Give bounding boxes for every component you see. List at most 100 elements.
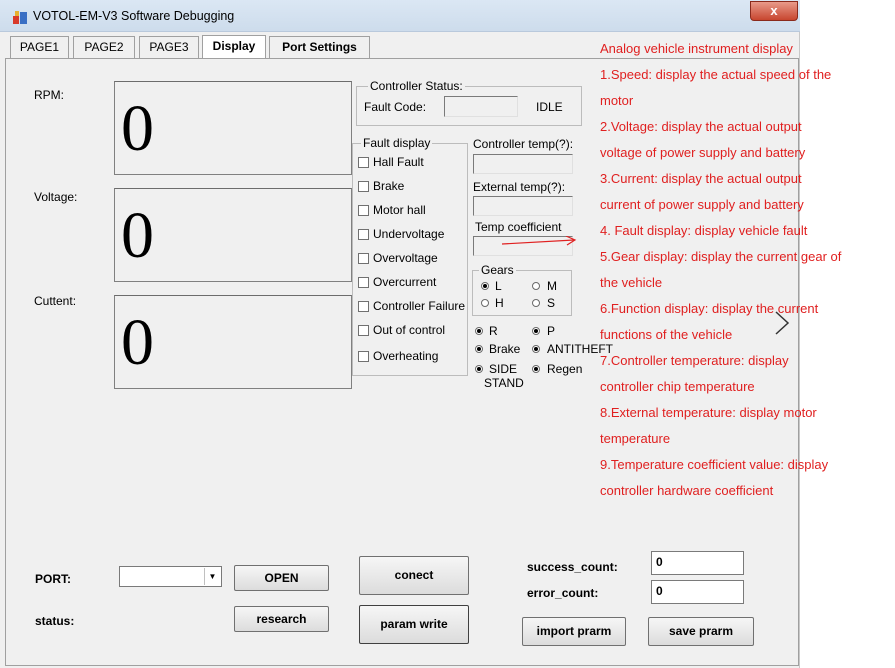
undervoltage-label: Undervoltage: [373, 227, 445, 241]
controller-state: IDLE: [536, 100, 563, 114]
overcurrent-checkbox[interactable]: [358, 277, 369, 288]
hall-fault-label: Hall Fault: [373, 155, 424, 169]
save-param-button[interactable]: save prarm: [648, 617, 754, 646]
controller-failure-label: Controller Failure: [373, 299, 466, 313]
overcurrent-label: Overcurrent: [373, 275, 437, 289]
voltage-value: 0: [121, 199, 154, 272]
tab-page2[interactable]: PAGE2: [73, 36, 135, 58]
annotation-line: 9.Temperature coefficient value: display: [600, 457, 829, 472]
function-side-stand-radio[interactable]: [475, 365, 483, 373]
hall-fault-checkbox[interactable]: [358, 157, 369, 168]
annotation-line: voltage of power supply and battery: [600, 145, 806, 160]
tab-page3[interactable]: PAGE3: [139, 36, 199, 58]
annotation-line: controller hardware coefficient: [600, 483, 774, 498]
fault-code-field: [444, 96, 518, 117]
annotation-line: controller chip temperature: [600, 379, 755, 394]
motor-hall-label: Motor hall: [373, 203, 426, 217]
rpm-value: 0: [121, 92, 154, 165]
motor-hall-checkbox[interactable]: [358, 205, 369, 216]
app-icon: [13, 11, 27, 24]
chevron-right-icon: [775, 311, 790, 335]
function-side-stand-label-line2: STAND: [484, 376, 524, 390]
external-temp-label: External temp(?):: [473, 180, 566, 194]
function-regen-label: Regen: [547, 362, 583, 376]
error-count-label: error_count:: [527, 586, 599, 600]
annotation-line: 5.Gear display: display the current gear…: [600, 249, 842, 264]
dropdown-arrow-icon[interactable]: ▼: [204, 568, 220, 585]
current-value: 0: [121, 306, 154, 379]
tab-page1[interactable]: PAGE1: [10, 36, 69, 58]
out-of-control-checkbox[interactable]: [358, 325, 369, 336]
annotation-line: 4. Fault display: display vehicle fault: [600, 223, 808, 238]
port-label: PORT:: [35, 572, 71, 586]
annotation-line: current of power supply and battery: [600, 197, 804, 212]
annotation-line: 3.Current: display the actual output: [600, 171, 802, 186]
annotation-line: 8.External temperature: display motor: [600, 405, 817, 420]
function-side-stand-label-line1: SIDE: [489, 362, 518, 376]
function-r-label: R: [489, 324, 498, 338]
window-title: VOTOL-EM-V3 Software Debugging: [33, 9, 235, 23]
open-button[interactable]: OPEN: [234, 565, 329, 591]
function-regen-radio[interactable]: [532, 365, 540, 373]
status-label: status:: [35, 614, 75, 628]
overheating-checkbox[interactable]: [358, 351, 369, 362]
controller-status-title: Controller Status:: [368, 79, 465, 93]
function-p-label: P: [547, 324, 556, 338]
controller-failure-checkbox[interactable]: [358, 301, 369, 312]
annotation-line: functions of the vehicle: [600, 327, 733, 342]
fault-code-label: Fault Code:: [364, 100, 427, 114]
connect-button[interactable]: conect: [359, 556, 469, 595]
rpm-display: 0: [114, 81, 352, 175]
annotation-line: 1.Speed: display the actual speed of the: [600, 67, 832, 82]
annotation-line: motor: [600, 93, 634, 108]
function-antitheft-radio[interactable]: [532, 345, 540, 353]
current-display: 0: [114, 295, 352, 389]
temp-coefficient-label: Temp coefficient: [475, 220, 562, 234]
gear-s-radio[interactable]: [532, 299, 540, 307]
undervoltage-checkbox[interactable]: [358, 229, 369, 240]
gear-s-label: S: [547, 296, 556, 310]
title-bar: VOTOL-EM-V3 Software Debugging x: [0, 0, 800, 32]
external-temp-field: [473, 196, 573, 216]
gear-m-radio[interactable]: [532, 282, 540, 290]
function-p-radio[interactable]: [532, 327, 540, 335]
param-write-button[interactable]: param write: [359, 605, 469, 644]
annotation-line: the vehicle: [600, 275, 663, 290]
annotation-line: 7.Controller temperature: display: [600, 353, 789, 368]
overheating-label: Overheating: [373, 349, 439, 363]
close-button[interactable]: x: [750, 1, 798, 21]
function-brake-label: Brake: [489, 342, 521, 356]
gear-l-label: L: [495, 279, 502, 293]
controller-temp-field: [473, 154, 573, 174]
gears-title: Gears: [479, 263, 516, 277]
annotation-line: 2.Voltage: display the actual output: [600, 119, 802, 134]
controller-temp-label: Controller temp(?):: [473, 137, 574, 151]
tab-port-settings[interactable]: Port Settings: [269, 36, 370, 58]
gear-m-label: M: [547, 279, 557, 293]
annotation-arrow-icon: [501, 236, 577, 246]
rpm-label: RPM:: [34, 88, 64, 102]
voltage-label: Voltage:: [34, 190, 78, 204]
port-select[interactable]: ▼: [119, 566, 222, 587]
gear-l-radio[interactable]: [481, 282, 489, 290]
overvoltage-checkbox[interactable]: [358, 253, 369, 264]
gear-h-label: H: [495, 296, 504, 310]
overvoltage-label: Overvoltage: [373, 251, 438, 265]
brake-fault-label: Brake: [373, 179, 405, 193]
brake-fault-checkbox[interactable]: [358, 181, 369, 192]
research-button[interactable]: research: [234, 606, 329, 632]
annotation-line: 6.Function display: display the current: [600, 301, 819, 316]
gear-h-radio[interactable]: [481, 299, 489, 307]
function-brake-radio[interactable]: [475, 345, 483, 353]
out-of-control-label: Out of control: [373, 323, 446, 337]
annotation-text: Analog vehicle instrument display 1.Spee…: [600, 36, 895, 504]
annotation-line: temperature: [600, 431, 671, 446]
fault-display-title: Fault display: [361, 136, 433, 150]
voltage-display: 0: [114, 188, 352, 282]
annotation-line: Analog vehicle instrument display: [600, 41, 793, 56]
error-count-field[interactable]: 0: [651, 580, 744, 604]
function-r-radio[interactable]: [475, 327, 483, 335]
import-param-button[interactable]: import prarm: [522, 617, 626, 646]
tab-display[interactable]: Display: [202, 35, 266, 59]
success-count-field[interactable]: 0: [651, 551, 744, 575]
